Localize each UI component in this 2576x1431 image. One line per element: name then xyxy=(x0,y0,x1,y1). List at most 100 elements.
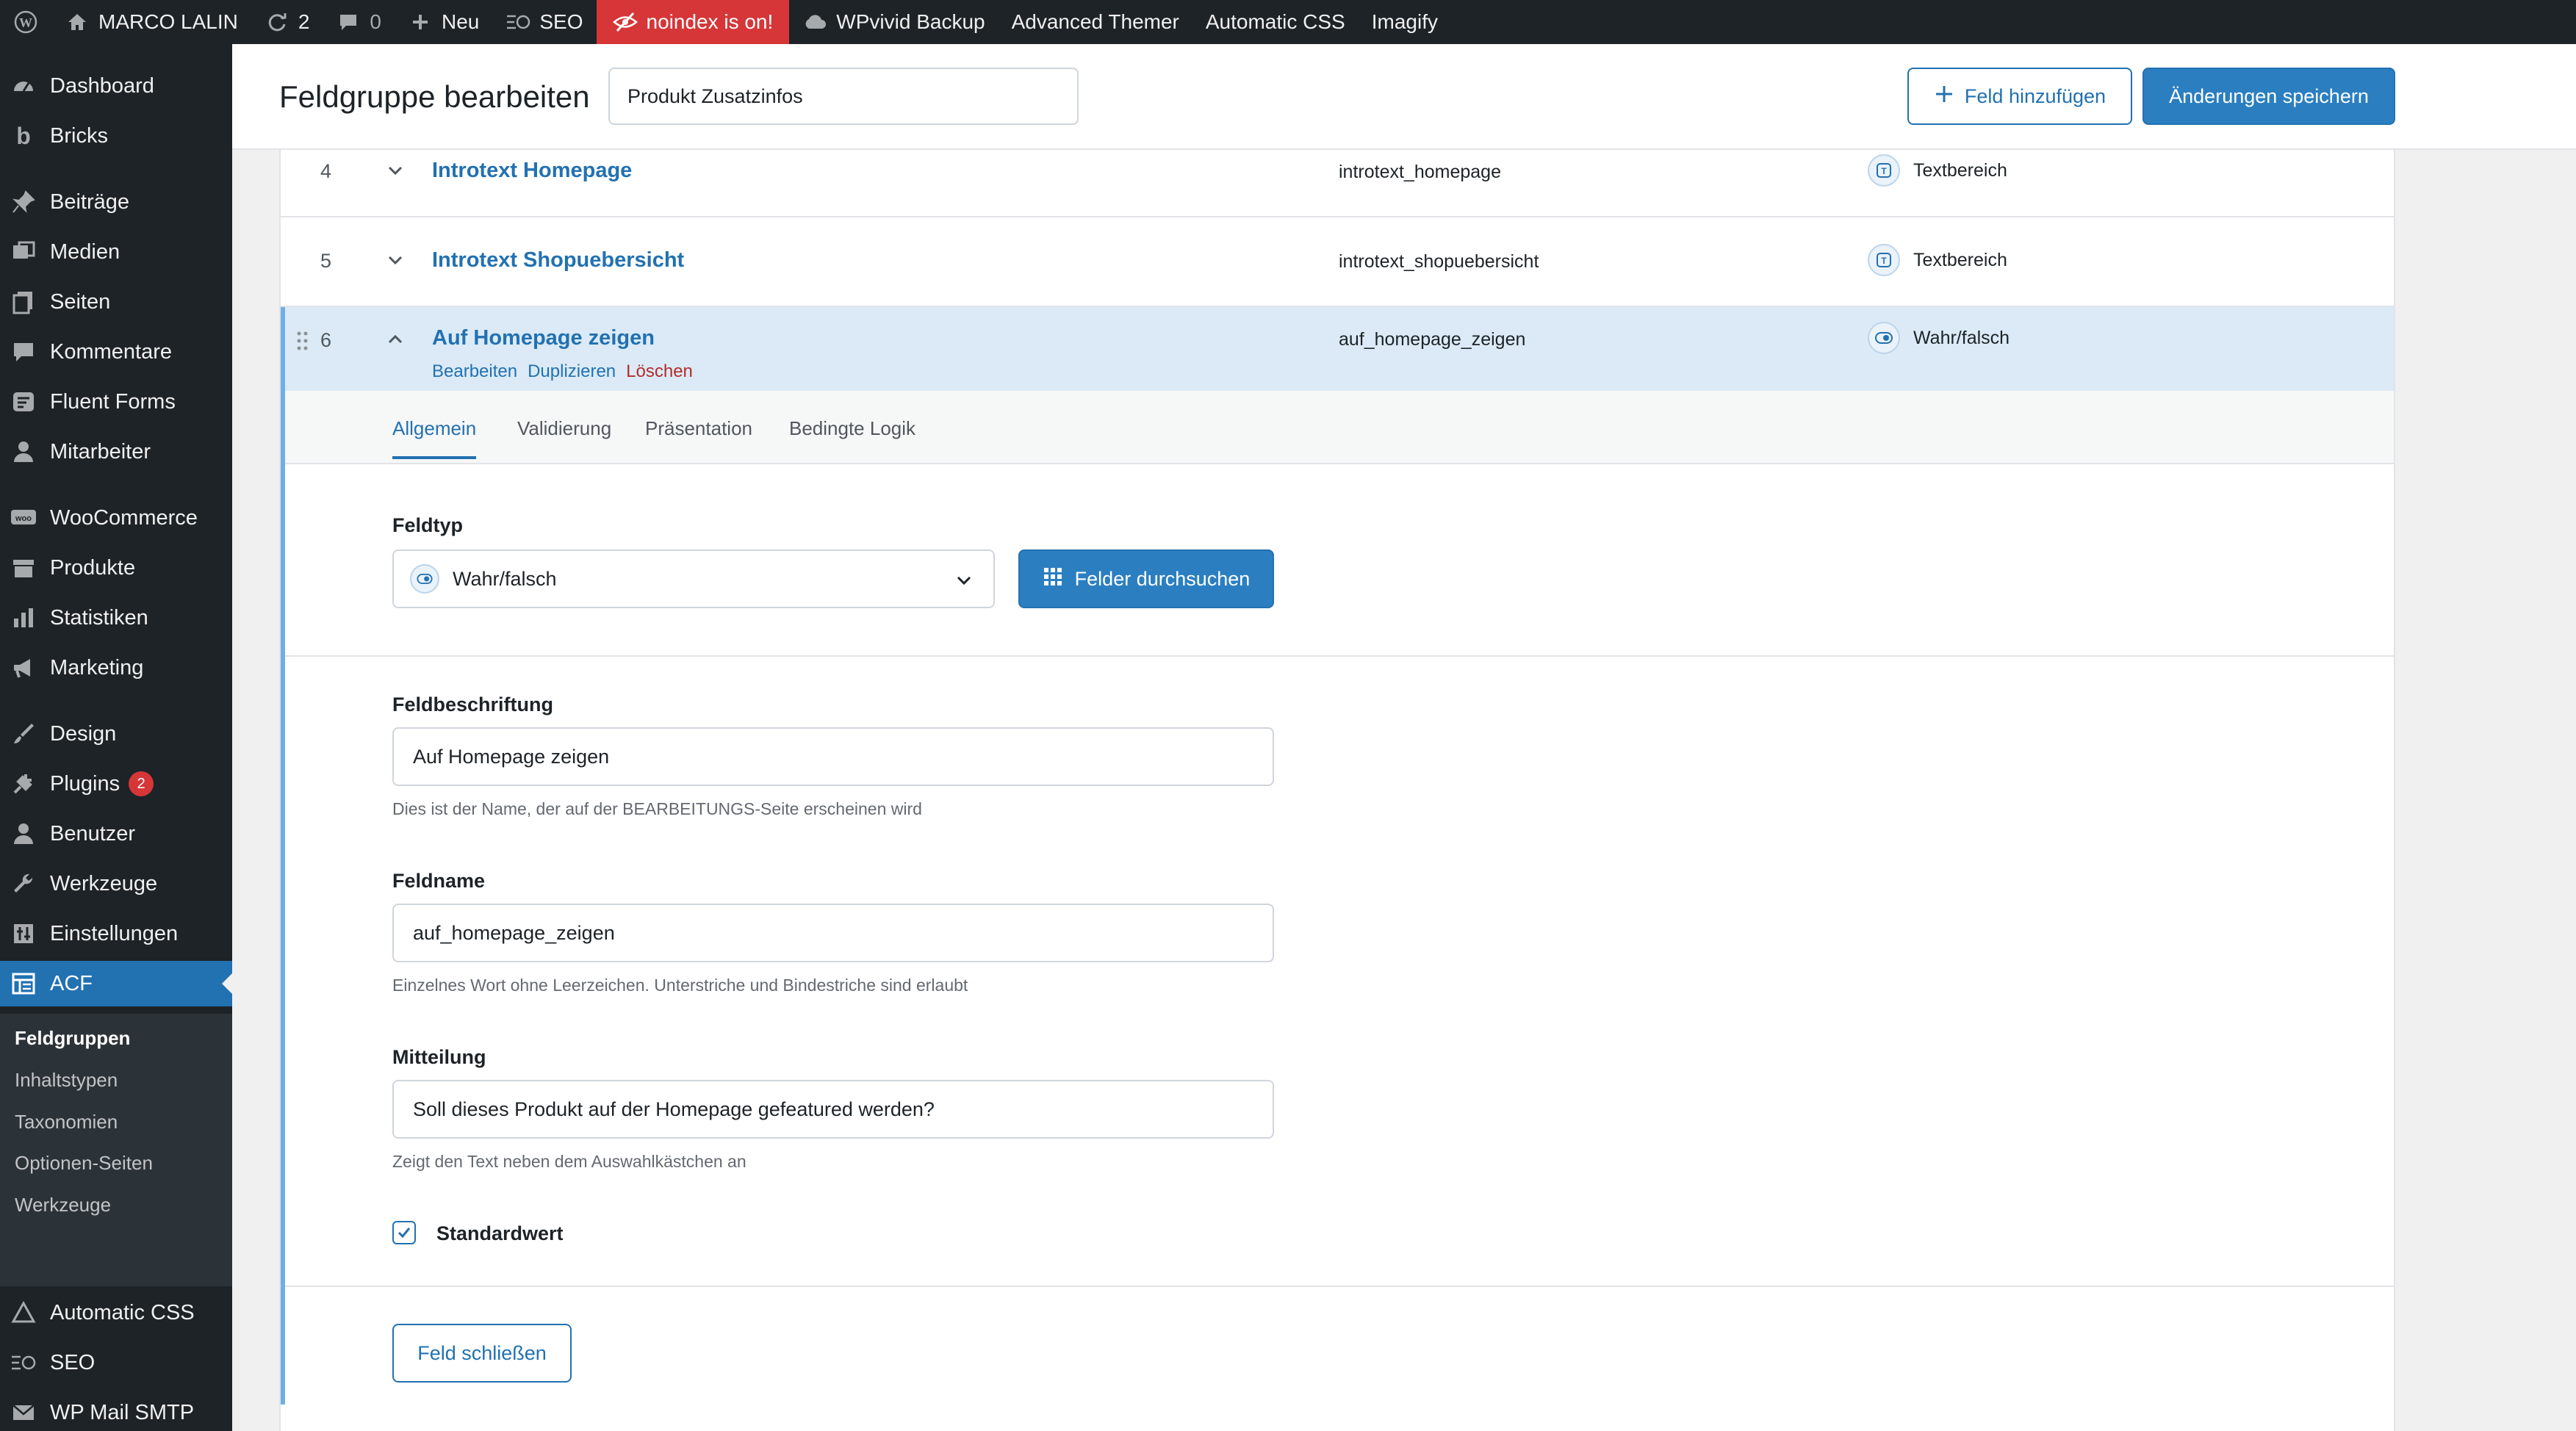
field-order: 4 xyxy=(320,160,332,182)
sidebar-item-employees[interactable]: Mitarbeiter xyxy=(0,429,232,475)
themer-menu[interactable]: Advanced Themer xyxy=(999,0,1192,44)
row-actions: Bearbeiten Duplizieren Löschen xyxy=(432,361,693,382)
submenu-item-options-pages[interactable]: Optionen-Seiten xyxy=(15,1152,153,1175)
acss-label: Automatic CSS xyxy=(1205,10,1345,33)
delete-link[interactable]: Löschen xyxy=(626,361,693,382)
imagify-menu[interactable]: Imagify xyxy=(1359,0,1451,44)
sidebar-item-automatic-css[interactable]: Automatic CSS xyxy=(0,1290,232,1336)
sidebar-item-label: Bricks xyxy=(50,123,108,148)
sidebar-item-posts[interactable]: Beiträge xyxy=(0,179,232,225)
sidebar-item-media[interactable]: Medien xyxy=(0,229,232,275)
tab-validation[interactable]: Validierung xyxy=(517,417,611,440)
plus-icon xyxy=(1934,84,1954,109)
default-value-checkbox[interactable] xyxy=(392,1221,416,1244)
updates-menu[interactable]: 2 xyxy=(251,0,323,44)
tab-conditional-logic[interactable]: Bedingte Logik xyxy=(789,417,915,440)
field-name: auf_homepage_zeigen xyxy=(1339,329,1526,350)
plugin-icon xyxy=(7,768,40,800)
message-heading: Mitteilung xyxy=(392,1046,486,1068)
field-label-help: Dies ist der Name, der auf der BEARBEITU… xyxy=(392,799,922,818)
submenu-item-taxonomies[interactable]: Taxonomien xyxy=(15,1111,118,1133)
new-content-menu[interactable]: Neu xyxy=(395,0,492,44)
grid-icon xyxy=(1043,566,1063,592)
sidebar-item-label: Mitarbeiter xyxy=(50,439,151,464)
plugins-update-badge: 2 xyxy=(129,771,154,796)
edit-link[interactable]: Bearbeiten xyxy=(432,361,517,382)
add-field-button[interactable]: Feld hinzufügen xyxy=(1907,68,2132,125)
field-group-title-input[interactable] xyxy=(608,68,1079,125)
chevron-down-icon[interactable] xyxy=(385,250,406,270)
field-row-open[interactable]: 6 Auf Homepage zeigen Bearbeiten Duplizi… xyxy=(281,307,2394,392)
media-icon xyxy=(7,236,40,268)
field-type-select[interactable]: Wahr/falsch xyxy=(392,549,995,608)
sidebar-item-fluent-forms[interactable]: Fluent Forms xyxy=(0,379,232,425)
chevron-up-icon[interactable] xyxy=(385,329,406,350)
home-icon xyxy=(65,10,90,35)
sidebar-item-users[interactable]: Benutzer xyxy=(0,811,232,857)
noindex-warning[interactable]: noindex is on! xyxy=(596,0,790,44)
sidebar-item-seo[interactable]: SEO xyxy=(0,1340,232,1385)
submenu-item-tools[interactable]: Werkzeuge xyxy=(15,1194,111,1216)
field-label-link[interactable]: Introtext Shopuebersicht xyxy=(432,248,684,273)
sidebar-item-settings[interactable]: Einstellungen xyxy=(0,911,232,956)
save-changes-button[interactable]: Änderungen speichern xyxy=(2143,68,2395,125)
field-type-label: Wahr/falsch xyxy=(1913,327,2010,348)
sidebar-item-products[interactable]: Produkte xyxy=(0,545,232,591)
comments-menu[interactable]: 0 xyxy=(323,0,395,44)
brush-icon xyxy=(7,718,40,750)
close-field-button[interactable]: Feld schließen xyxy=(392,1324,572,1383)
field-label-input[interactable] xyxy=(392,727,1274,786)
field-type: T Textbereich xyxy=(1868,154,2007,187)
tab-presentation[interactable]: Präsentation xyxy=(645,417,752,440)
sidebar-item-label: ACF xyxy=(50,971,93,995)
sidebar-item-statistics[interactable]: Statistiken xyxy=(0,595,232,641)
site-name: MARCO LALIN xyxy=(98,10,238,33)
tab-general[interactable]: Allgemein xyxy=(392,417,477,459)
sidebar-item-woocommerce[interactable]: woo WooCommerce xyxy=(0,495,232,541)
acss-menu[interactable]: Automatic CSS xyxy=(1192,0,1359,44)
field-label-heading: Feldbeschriftung xyxy=(392,693,554,716)
sidebar-item-label: SEO xyxy=(50,1350,96,1374)
sidebar-item-pages[interactable]: Seiten xyxy=(0,279,232,325)
sidebar-item-dashboard[interactable]: Dashboard xyxy=(0,63,232,109)
refresh-icon xyxy=(265,10,289,35)
duplicate-link[interactable]: Duplizieren xyxy=(528,361,616,382)
wp-logo-menu[interactable]: W xyxy=(0,0,51,44)
sidebar-item-bricks[interactable]: b Bricks xyxy=(0,113,232,159)
cloud-icon xyxy=(802,10,827,35)
message-input[interactable] xyxy=(392,1080,1274,1139)
updates-count: 2 xyxy=(298,10,310,33)
sidebar-item-wp-mail-smtp[interactable]: WP Mail SMTP xyxy=(0,1390,232,1431)
checkmark-icon xyxy=(397,1228,411,1239)
svg-text:b: b xyxy=(16,123,31,148)
field-row[interactable]: 5 Introtext Shopuebersicht introtext_sho… xyxy=(281,217,2394,307)
stats-icon xyxy=(7,602,40,634)
submenu-item-post-types[interactable]: Inhaltstypen xyxy=(15,1069,118,1092)
sidebar-item-comments[interactable]: Kommentare xyxy=(0,329,232,375)
sidebar-item-tools[interactable]: Werkzeuge xyxy=(0,861,232,906)
field-name-input[interactable] xyxy=(392,904,1274,962)
browse-fields-button[interactable]: Felder durchsuchen xyxy=(1018,549,1274,608)
submenu-item-field-groups[interactable]: Feldgruppen xyxy=(15,1027,130,1050)
field-label-link[interactable]: Auf Homepage zeigen xyxy=(432,326,655,350)
svg-text:T: T xyxy=(1881,256,1887,266)
textarea-icon: T xyxy=(1868,244,1900,276)
sidebar-item-design[interactable]: Design xyxy=(0,711,232,757)
chevron-down-icon[interactable] xyxy=(385,160,406,181)
mail-icon xyxy=(7,1396,40,1429)
sidebar-item-plugins[interactable]: Plugins 2 xyxy=(0,761,232,807)
products-icon xyxy=(7,552,40,584)
sidebar-item-label: Kommentare xyxy=(50,339,173,364)
field-type-heading: Feldtyp xyxy=(392,514,464,536)
site-name-menu[interactable]: MARCO LALIN xyxy=(51,0,251,44)
field-label-link[interactable]: Introtext Homepage xyxy=(432,159,632,183)
sidebar-item-marketing[interactable]: Marketing xyxy=(0,645,232,691)
noindex-label: noindex is on! xyxy=(646,10,774,33)
message-help: Zeigt den Text neben dem Auswahlkästchen… xyxy=(392,1152,746,1171)
backup-menu[interactable]: WPvivid Backup xyxy=(789,0,998,44)
drag-handle-icon[interactable] xyxy=(295,329,310,353)
settings-tabs: Allgemein Validierung Präsentation Bedin… xyxy=(285,391,2394,464)
seo-menu[interactable]: SEO xyxy=(492,0,596,44)
acss-icon xyxy=(7,1297,40,1329)
sidebar-item-acf[interactable]: ACF xyxy=(0,961,232,1006)
